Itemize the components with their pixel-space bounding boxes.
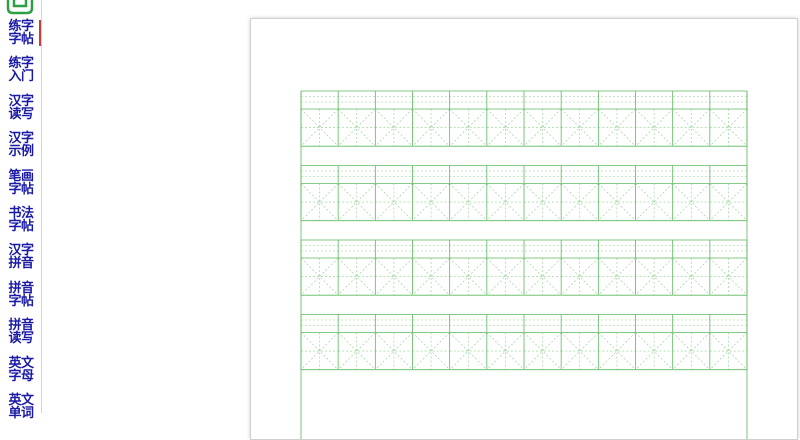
sidebar-item-5[interactable]: 书法 字帖 — [3, 207, 39, 233]
sidebar-item-label-line2: 字帖 — [8, 32, 34, 47]
sidebar-item-label-line2: 拼音 — [8, 256, 34, 272]
sidebar-item-8[interactable]: 拼音 读写 — [3, 319, 39, 345]
sidebar-item-label-line2: 示例 — [8, 144, 34, 160]
sidebar-item-label-line2: 字帖 — [8, 219, 34, 234]
sidebar-item-10[interactable]: 英文 单词 — [3, 394, 39, 420]
sidebar-item-label-line2: 读写 — [8, 106, 34, 122]
sidebar-item-label-line2: 读写 — [8, 331, 34, 347]
logo-icon[interactable] — [5, 0, 35, 16]
sidebar-item-4[interactable]: 笔画 字帖 — [3, 170, 39, 196]
sidebar-item-label-line2: 字帖 — [8, 293, 34, 309]
sidebar-item-6[interactable]: 汉字 拼音 — [3, 244, 39, 270]
sidebar-item-7[interactable]: 拼音 字帖 — [3, 282, 39, 308]
sidebar-item-label-line1: 笔画 — [8, 168, 34, 184]
tianzige-grid — [300, 90, 748, 439]
sidebar-item-1[interactable]: 练字 入门 — [3, 57, 39, 83]
sidebar-item-label-line1: 汉字 — [8, 93, 34, 109]
sidebar-item-label-line2: 单词 — [8, 406, 34, 421]
sidebar-item-label-line2: 字帖 — [8, 181, 34, 197]
sidebar-item-label-line2: 字母 — [8, 368, 34, 384]
sidebar-item-label-line1: 拼音 — [8, 280, 34, 296]
sidebar-item-label-line2: 入门 — [8, 69, 34, 85]
sidebar-item-label-line1: 英文 — [8, 355, 34, 371]
worksheet-paper — [250, 18, 798, 440]
sidebar-item-2[interactable]: 汉字 读写 — [3, 95, 39, 121]
sidebar-item-3[interactable]: 汉字 示例 — [3, 132, 39, 158]
sidebar: 练字 字帖 练字 入门 汉字 读写 汉字 示例 笔画 字帖 书法 字帖 汉字 拼音 拼音 字帖 拼音 读写 英文 字母… — [0, 0, 42, 420]
sidebar-item-0[interactable]: 练字 字帖 — [3, 20, 41, 46]
sidebar-item-9[interactable]: 英文 字母 — [3, 357, 39, 383]
